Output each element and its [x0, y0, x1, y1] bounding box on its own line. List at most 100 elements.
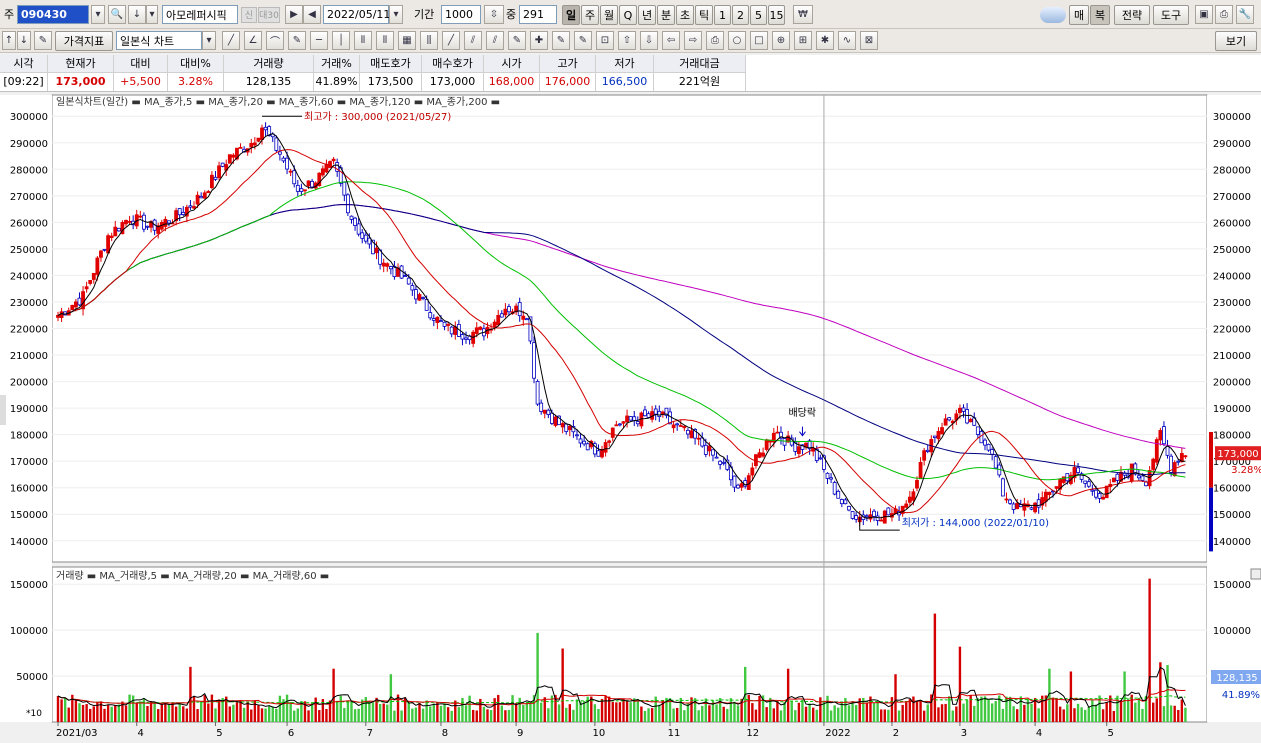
middle-input[interactable]: 291 — [519, 5, 557, 24]
draw-tool-icon[interactable]: │ — [332, 31, 350, 50]
draw-tool-icon[interactable]: ⊠ — [860, 31, 878, 50]
draw-tool-icon[interactable]: ⇩ — [640, 31, 658, 50]
draw-tool-icon[interactable]: ╱ — [222, 31, 240, 50]
chart-type-dropdown-icon[interactable]: ▾ — [202, 31, 216, 50]
draw-tool-icon[interactable]: ⊕ — [772, 31, 790, 50]
draw-tool-icon[interactable]: ⇨ — [684, 31, 702, 50]
period-button[interactable]: 15 — [768, 5, 785, 25]
sort-icon[interactable]: ↓ — [128, 5, 146, 24]
draw-tool-icon[interactable]: ∿ — [838, 31, 856, 50]
indicator-button[interactable]: 가격지표 — [55, 31, 113, 51]
strategy-button[interactable]: 전략 — [1114, 5, 1150, 25]
save-icon[interactable]: ▣ — [1195, 5, 1213, 24]
volume-multiplier: *10 — [26, 709, 42, 719]
settings-icon[interactable]: 🔧 — [1236, 5, 1254, 24]
sort-dropdown-icon[interactable]: ▾ — [146, 5, 158, 24]
draw-tool-icon[interactable]: ▦ — [398, 31, 416, 50]
x-tick-label: 11 — [668, 728, 681, 739]
candle-body — [206, 191, 211, 194]
volume-bar — [593, 704, 597, 722]
volume-bar — [915, 701, 919, 722]
draw-tool-icon[interactable]: ✎ — [288, 31, 306, 50]
period-button[interactable]: 월 — [600, 5, 618, 25]
period-button[interactable]: 1 — [714, 5, 731, 25]
print-icon[interactable]: ⎙ — [1215, 5, 1233, 24]
buy-sell-button[interactable]: 매 — [1069, 5, 1089, 25]
draw-tool-icon[interactable]: ✎ — [552, 31, 570, 50]
edit-icon[interactable]: ✎ — [34, 31, 52, 50]
draw-tool-icon[interactable]: ✎ — [508, 31, 526, 50]
play-icon[interactable]: ▶ — [285, 5, 303, 24]
draw-tool-icon[interactable]: ⫴ — [376, 31, 394, 50]
draw-tool-icon[interactable]: ✱ — [816, 31, 834, 50]
period-button[interactable]: Q — [619, 5, 637, 25]
draw-tool-icon[interactable]: ╱ — [442, 31, 460, 50]
code-dropdown-icon[interactable]: ▾ — [91, 5, 105, 24]
draw-tool-icon[interactable]: ⎙ — [706, 31, 724, 50]
tools-button[interactable]: 도구 — [1153, 5, 1189, 25]
period-button[interactable]: 2 — [732, 5, 749, 25]
draw-tool-icon[interactable]: ∠ — [244, 31, 262, 50]
period-button[interactable]: 년 — [638, 5, 656, 25]
draw-tool-icon[interactable]: ─ — [310, 31, 328, 50]
candle-body — [646, 413, 651, 418]
volume-bar — [264, 708, 267, 722]
chart-type-select[interactable]: 일본식 차트 — [116, 31, 202, 50]
candle-body — [764, 439, 769, 450]
candle-body — [499, 313, 504, 318]
period-button[interactable]: 5 — [750, 5, 767, 25]
stepper-icon[interactable]: ⇳ — [484, 5, 504, 24]
candle-body — [252, 142, 257, 146]
volume-bar — [267, 705, 271, 722]
view-button[interactable]: 보기 — [1215, 31, 1257, 51]
draw-tool-icon[interactable]: ○ — [728, 31, 746, 50]
tick-icon[interactable]: ₩ — [793, 5, 813, 24]
date-dropdown-icon[interactable]: ▾ — [389, 5, 403, 24]
search-icon[interactable]: 🔍 — [108, 5, 126, 24]
draw-tool-icon[interactable]: ⇧ — [618, 31, 636, 50]
up-arrow-icon[interactable]: ↑ — [2, 31, 16, 50]
volume-bar — [160, 703, 163, 722]
draw-tool-icon[interactable]: ⫽ — [486, 31, 504, 50]
cloud-icon[interactable] — [1040, 7, 1066, 23]
multi-button[interactable]: 복 — [1090, 5, 1110, 25]
period-button[interactable]: 주 — [581, 5, 599, 25]
draw-tool-icon[interactable]: ⇦ — [662, 31, 680, 50]
volume-bar — [804, 706, 808, 722]
draw-tool-icon[interactable]: ✎ — [574, 31, 592, 50]
volume-bar — [318, 710, 321, 722]
draw-tool-icon[interactable]: ⊡ — [596, 31, 614, 50]
draw-tool-icon[interactable]: □ — [750, 31, 768, 50]
volume-bar — [922, 710, 926, 722]
candle-body — [331, 158, 336, 162]
candle-body — [1183, 455, 1188, 458]
volume-bar — [958, 646, 962, 722]
period-button[interactable]: 분 — [657, 5, 675, 25]
date-input[interactable]: 2022/05/11 — [323, 5, 390, 24]
back-icon[interactable]: ◀ — [303, 5, 321, 24]
period-button[interactable]: 초 — [676, 5, 694, 25]
period-input[interactable]: 1000 — [441, 5, 481, 24]
volume-bar — [658, 704, 661, 722]
candle-body — [621, 421, 626, 424]
draw-tool-icon[interactable]: ⫽ — [464, 31, 482, 50]
draw-tool-icon[interactable]: ⫴ — [354, 31, 372, 50]
candle-body — [95, 257, 100, 275]
close-panel-icon[interactable] — [1250, 568, 1261, 580]
volume-bar — [629, 702, 632, 722]
draw-tool-icon[interactable]: ⊞ — [794, 31, 812, 50]
draw-tool-icon[interactable]: ⌒ — [266, 31, 284, 50]
candle-body — [292, 170, 297, 185]
draw-tool-icon[interactable]: ⫼ — [420, 31, 438, 50]
down-arrow-icon[interactable]: ↓ — [17, 31, 31, 50]
candle-body — [435, 316, 440, 324]
badge-loan: 대30 — [258, 7, 280, 23]
y-tick-label-left: 250000 — [10, 245, 48, 256]
candle-body — [703, 444, 708, 455]
volume-bar — [1016, 709, 1019, 722]
draw-tool-icon[interactable]: ✚ — [530, 31, 548, 50]
volume-bar — [1001, 708, 1005, 722]
period-button[interactable]: 틱 — [695, 5, 713, 25]
period-button[interactable]: 일 — [562, 5, 580, 25]
stock-code-input[interactable]: 090430 — [17, 5, 89, 24]
